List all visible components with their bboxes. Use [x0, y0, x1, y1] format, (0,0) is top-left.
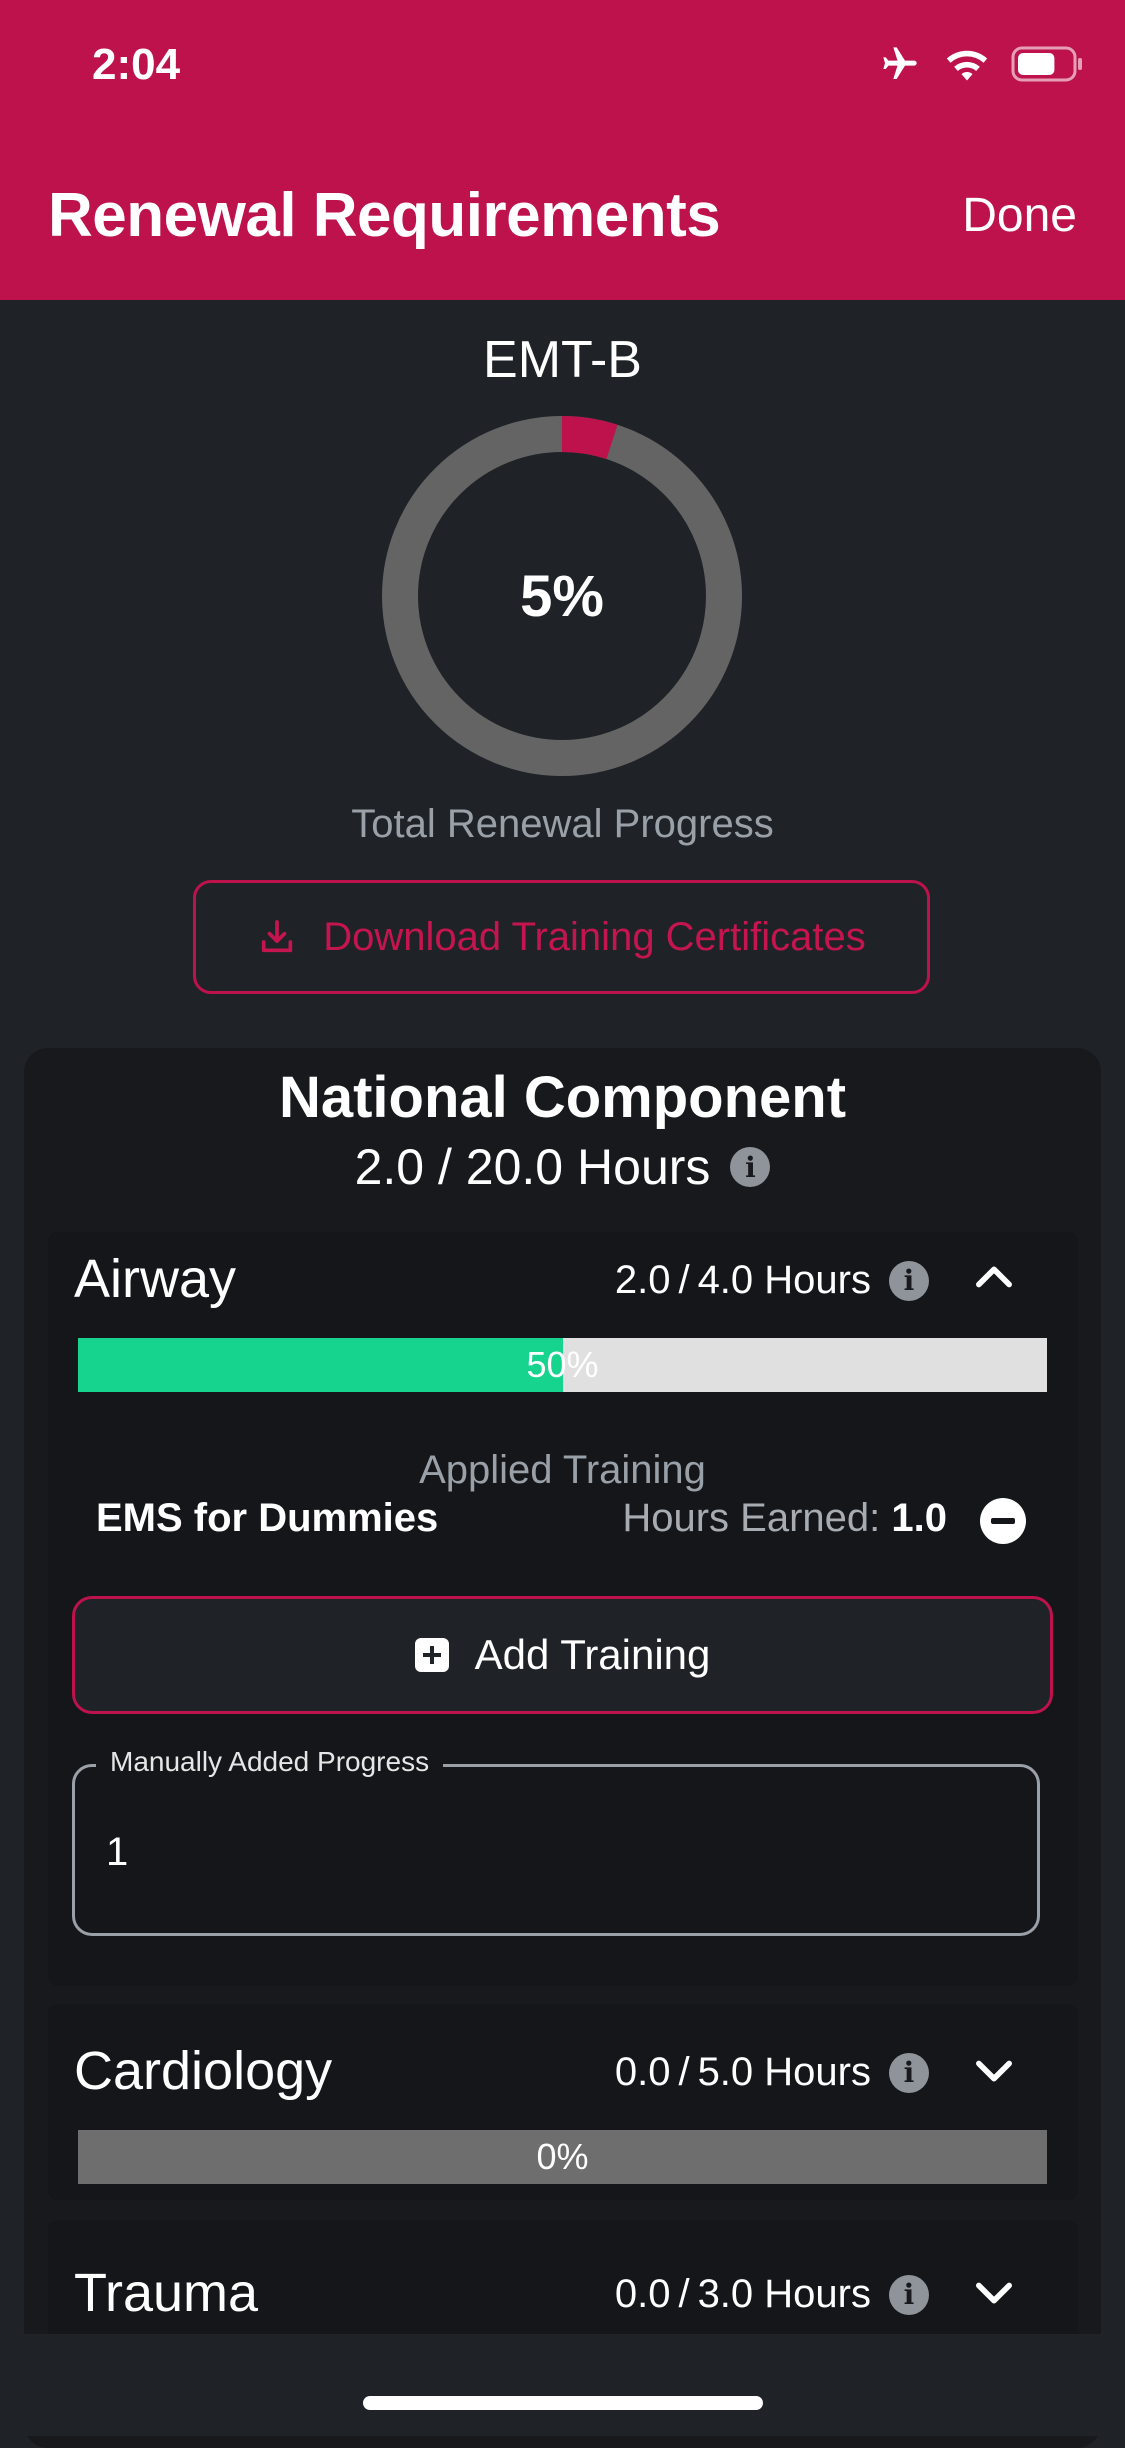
- applied-training-label: Applied Training: [419, 1448, 706, 1492]
- chevron-down-icon[interactable]: [968, 2044, 1020, 2096]
- certification-title: EMT-B: [483, 331, 642, 389]
- bottom-bar: [0, 2334, 1125, 2436]
- info-icon[interactable]: i: [730, 1147, 771, 1187]
- category-progress-bar: 50%: [78, 1338, 1047, 1392]
- remove-training-icon[interactable]: [980, 1498, 1026, 1544]
- add-training-button[interactable]: Add Training: [72, 1596, 1053, 1714]
- page-title: Renewal Requirements: [48, 181, 721, 250]
- battery-icon: [1011, 46, 1082, 82]
- national-component-hours: 2.0 / 20.0 Hours i: [0, 1138, 1125, 1196]
- chevron-up-icon[interactable]: [968, 1252, 1020, 1304]
- download-certificates-label: Download Training Certificates: [323, 914, 866, 959]
- training-name: EMS for Dummies: [96, 1496, 439, 1540]
- info-icon[interactable]: i: [889, 2274, 929, 2315]
- download-certificates-button[interactable]: Download Training Certificates: [193, 880, 930, 994]
- category-name: Airway: [74, 1249, 237, 1309]
- status-time: 2:04: [92, 40, 181, 89]
- info-icon[interactable]: i: [889, 2052, 929, 2093]
- national-unit: Hours: [577, 1139, 711, 1195]
- info-icon[interactable]: i: [889, 1260, 929, 1301]
- manual-progress-field[interactable]: [72, 1764, 1040, 1936]
- wifi-icon: [946, 50, 988, 81]
- category-progress-text: 0%: [536, 2136, 589, 2177]
- category-hours: 0.0/5.0 Hours i: [615, 2050, 929, 2095]
- app-header: 2:04 Renewal Requirements Done: [0, 0, 1125, 300]
- status-icons: [877, 44, 1085, 84]
- home-indicator[interactable]: [363, 2396, 763, 2410]
- category-hours: 2.0/4.0 Hours i: [615, 1258, 929, 1303]
- category-name: Cardiology: [74, 2041, 333, 2101]
- download-icon: [262, 920, 293, 953]
- done-button[interactable]: Done: [962, 188, 1077, 243]
- training-hours-earned: Hours Earned: 1.0: [622, 1496, 947, 1540]
- plus-square-icon: [414, 1638, 449, 1672]
- national-component-title: National Component: [278, 1065, 847, 1130]
- manual-progress-input[interactable]: 1: [106, 1830, 128, 1875]
- category-progress-text: 50%: [526, 1344, 599, 1385]
- manual-progress-label: Manually Added Progress: [96, 1746, 444, 1778]
- category-name: Trauma: [74, 2263, 259, 2323]
- chevron-down-icon[interactable]: [968, 2266, 1020, 2318]
- progress-label: Total Renewal Progress: [351, 802, 774, 846]
- national-earned: 2.0: [354, 1139, 425, 1195]
- airplane-icon: [883, 47, 917, 79]
- category-hours: 0.0/3.0 Hours i: [615, 2272, 929, 2317]
- add-training-label: Add Training: [474, 1631, 711, 1678]
- progress-percent: 5%: [520, 563, 604, 629]
- national-required: 20.0: [465, 1139, 564, 1195]
- category-progress-bar: 0%: [78, 2130, 1047, 2184]
- progress-ring: 5%: [382, 416, 742, 776]
